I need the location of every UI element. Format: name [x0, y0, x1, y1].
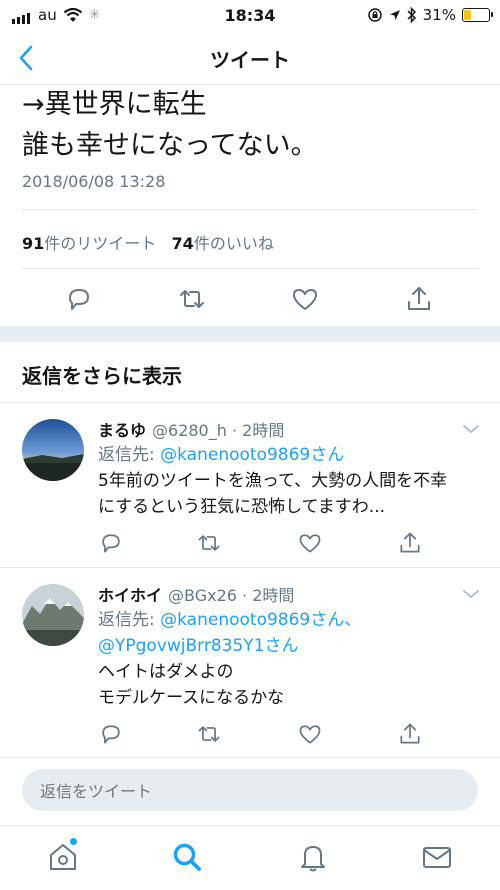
divider [0, 757, 500, 758]
nav-bar: ツイート [0, 30, 500, 85]
retweet-stat[interactable]: 91件のリツイート [22, 234, 156, 253]
like-icon[interactable] [290, 284, 320, 314]
reply-text-line: にするという狂気に恐怖してますわ... [98, 497, 386, 517]
notification-dot [70, 838, 77, 845]
share-icon[interactable] [397, 530, 423, 556]
battery-percent: 31% [422, 6, 456, 24]
tweet-line: 誰も幸せになってない。 [22, 130, 318, 161]
status-bar: au ✳ 18:34 31% [0, 0, 500, 30]
reply-text-line: ヘイトはダメよの [98, 662, 234, 682]
bluetooth-icon [407, 7, 416, 23]
status-right: 31% [367, 6, 493, 24]
reply-author-name[interactable]: ホイホイ [98, 586, 162, 605]
reply-author-name[interactable]: まるゆ [98, 421, 146, 440]
tab-bar [0, 825, 500, 890]
tweet-stats: 91件のリツイート 74件のいいね [22, 230, 274, 254]
tweet-actions [0, 280, 500, 320]
share-icon[interactable] [404, 284, 434, 314]
tweet-line: →異世界に転生 [22, 89, 207, 120]
retweet-icon[interactable] [177, 284, 207, 314]
section-gap [0, 326, 500, 342]
like-icon[interactable] [297, 721, 323, 747]
battery-icon [462, 8, 493, 22]
reply-to: 返信先: @kanenooto9869さん、 [98, 610, 362, 630]
reply-to-link[interactable]: @kanenooto9869さん [160, 445, 344, 465]
reply-icon[interactable] [64, 284, 94, 314]
avatar[interactable] [22, 584, 84, 646]
page-title: ツイート [210, 48, 290, 72]
reply-text-line: モデルケースになるかな [98, 688, 285, 708]
reply-item[interactable]: まるゆ @6280_h · 2時間 返信先: @kanenooto9869さん 5… [0, 403, 500, 566]
search-icon[interactable] [170, 840, 204, 874]
like-icon[interactable] [297, 530, 323, 556]
reply-to: 返信先: @kanenooto9869さん [98, 445, 345, 465]
reply-to-link[interactable]: @YPgovwjBrr835Y1さん [98, 636, 299, 656]
avatar[interactable] [22, 419, 84, 481]
reply-meta: @BGx26 · 2時間 [168, 586, 295, 605]
reply-header: ホイホイ @BGx26 · 2時間 [98, 582, 294, 606]
notifications-icon[interactable] [296, 840, 330, 874]
more-replies-link[interactable]: 返信をさらに表示 [22, 360, 182, 389]
like-stat[interactable]: 74件のいいね [172, 234, 274, 253]
chevron-down-icon[interactable] [462, 423, 480, 435]
reply-icon[interactable] [98, 530, 124, 556]
reply-compose-box[interactable] [22, 769, 478, 813]
lock-rotation-icon [367, 8, 382, 22]
reply-icon[interactable] [98, 721, 124, 747]
tweet-text: →異世界に転生 誰も幸せになってない。 [22, 84, 318, 166]
reply-meta: @6280_h · 2時間 [152, 421, 285, 440]
divider [22, 268, 478, 269]
chevron-down-icon[interactable] [462, 588, 480, 600]
reply-to-link[interactable]: @kanenooto9869さん、 [160, 610, 361, 630]
retweet-icon[interactable] [196, 530, 222, 556]
reply-item[interactable]: ホイホイ @BGx26 · 2時間 返信先: @kanenooto9869さん、 … [0, 568, 500, 758]
home-icon[interactable] [46, 840, 80, 874]
reply-to-continued: @YPgovwjBrr835Y1さん [98, 634, 299, 658]
reply-header: まるゆ @6280_h · 2時間 [98, 417, 284, 441]
tweet-timestamp: 2018/06/08 13:28 [22, 172, 166, 191]
location-icon [389, 10, 400, 20]
messages-icon[interactable] [420, 840, 454, 874]
retweet-icon[interactable] [196, 721, 222, 747]
share-icon[interactable] [397, 721, 423, 747]
reply-text-line: 5年前のツイートを漁って、大勢の人間を不幸 [98, 471, 448, 491]
divider [22, 209, 478, 210]
reply-compose-input[interactable] [38, 769, 462, 813]
